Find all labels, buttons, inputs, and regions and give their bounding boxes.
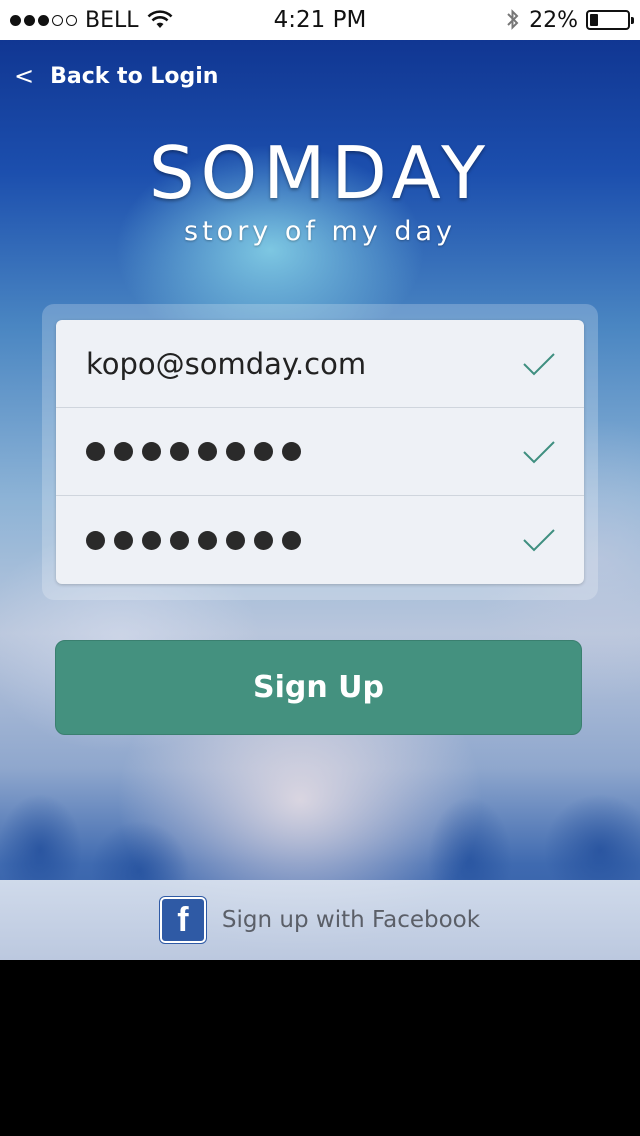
password-dot	[282, 530, 301, 550]
password-field[interactable]	[56, 408, 584, 496]
confirm-password-mask	[86, 530, 301, 550]
logo-subtitle: story of my day	[184, 216, 456, 247]
back-label: Back to Login	[50, 63, 219, 89]
password-dot	[142, 442, 161, 461]
email-value: kopo@somday.com	[86, 346, 367, 381]
facebook-signup-button[interactable]: f Sign up with Facebook	[0, 880, 640, 960]
signal-dot	[10, 14, 21, 26]
password-dot	[114, 530, 133, 550]
password-dot	[226, 530, 245, 550]
password-dot	[142, 530, 161, 550]
password-dot	[86, 442, 105, 461]
facebook-label: Sign up with Facebook	[221, 907, 481, 933]
checkmark-icon	[523, 352, 555, 375]
battery-percent: 22%	[529, 7, 578, 33]
password-mask	[86, 442, 301, 461]
logo-title: SOMDAY	[148, 131, 492, 215]
email-field[interactable]: kopo@somday.com	[56, 320, 584, 408]
password-dot	[226, 442, 245, 461]
signal-dot	[38, 14, 49, 26]
password-dot	[254, 530, 273, 550]
facebook-icon: f	[159, 897, 206, 943]
bluetooth-icon	[507, 9, 519, 30]
status-bar: BELL 4:21 PM 22%	[0, 0, 640, 40]
sign-up-button[interactable]: Sign Up	[55, 640, 582, 735]
form-fields: kopo@somday.com	[56, 320, 584, 584]
back-to-login-link[interactable]: < Back to Login	[14, 56, 218, 96]
checkmark-icon	[523, 440, 555, 463]
checkmark-icon	[523, 529, 555, 552]
password-dot	[254, 442, 273, 461]
battery-icon	[586, 10, 634, 30]
signal-dot	[66, 14, 77, 26]
signal-icon	[10, 14, 77, 26]
password-dot	[282, 442, 301, 461]
password-dot	[114, 442, 133, 461]
confirm-password-field[interactable]	[56, 496, 584, 584]
wifi-icon	[147, 10, 172, 28]
password-dot	[198, 530, 217, 550]
password-dot	[86, 530, 105, 550]
password-dot	[198, 442, 217, 461]
password-dot	[170, 530, 189, 550]
app-logo: SOMDAY story of my day	[0, 130, 640, 247]
signup-screen: BELL 4:21 PM 22% < Back to Login SOMDAY …	[0, 0, 640, 960]
password-dot	[170, 442, 189, 461]
battery-fill	[590, 14, 598, 26]
signup-form: kopo@somday.com	[42, 304, 598, 600]
status-right: 22%	[505, 7, 634, 33]
carrier-label: BELL	[85, 7, 139, 33]
status-left: BELL	[10, 8, 173, 33]
signal-dot	[52, 14, 63, 26]
signal-dot	[24, 14, 35, 26]
chevron-left-icon: <	[14, 62, 35, 90]
